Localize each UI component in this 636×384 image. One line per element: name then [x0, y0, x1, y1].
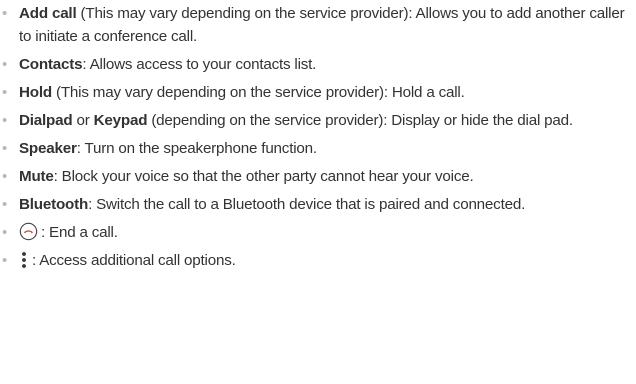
description-more-options: : Access additional call options. [32, 252, 236, 269]
more-options-icon [22, 252, 26, 268]
bullet-icon: • [2, 252, 8, 269]
list-item-hold: • Hold (This may vary depending on the s… [2, 81, 630, 104]
document-page: • Add call (This may vary depending on t… [0, 0, 636, 384]
description-add-call: (This may vary depending on the service … [19, 5, 625, 45]
term-keypad: Keypad [93, 112, 148, 129]
bullet-icon: • [2, 56, 8, 73]
term-bluetooth: Bluetooth [19, 196, 89, 213]
bullet-icon: • [2, 140, 8, 157]
list-item-contacts: • Contacts: Allows access to your contac… [2, 53, 630, 76]
list-item-more-options: • : Access additional call options. [2, 249, 630, 272]
list-item-end-call: • : End a call. [2, 221, 630, 244]
bullet-icon: • [2, 196, 8, 213]
call-options-list: • Add call (This may vary depending on t… [2, 2, 630, 272]
end-call-icon [19, 222, 38, 241]
list-item-add-call: • Add call (This may vary depending on t… [2, 2, 630, 48]
bullet-icon: • [2, 112, 8, 129]
list-item-bluetooth: • Bluetooth: Switch the call to a Blueto… [2, 193, 630, 216]
description-speaker: : Turn on the speakerphone function. [76, 140, 317, 157]
term-hold: Hold [19, 84, 52, 101]
term-dialpad: Dialpad [19, 112, 73, 129]
term-add-call: Add call [19, 5, 77, 22]
description-end-call: : End a call. [41, 224, 118, 241]
list-item-mute: • Mute: Block your voice so that the oth… [2, 165, 630, 188]
description-hold: (This may vary depending on the service … [51, 84, 465, 101]
list-item-speaker: • Speaker: Turn on the speakerphone func… [2, 137, 630, 160]
bullet-icon: • [2, 5, 8, 22]
description-contacts: : Allows access to your contacts list. [82, 56, 317, 73]
list-item-dialpad: • Dialpad or Keypad (depending on the se… [2, 109, 630, 132]
bullet-icon: • [2, 84, 8, 101]
description-dialpad: (depending on the service provider): Dis… [147, 112, 573, 129]
term-speaker: Speaker [19, 140, 77, 157]
bullet-icon: • [2, 224, 8, 241]
term-contacts: Contacts [19, 56, 83, 73]
description-bluetooth: : Switch the call to a Bluetooth device … [88, 196, 526, 213]
description-mute: : Block your voice so that the other par… [53, 168, 474, 185]
connector-or: or [72, 112, 94, 129]
term-mute: Mute [19, 168, 54, 185]
bullet-icon: • [2, 168, 8, 185]
